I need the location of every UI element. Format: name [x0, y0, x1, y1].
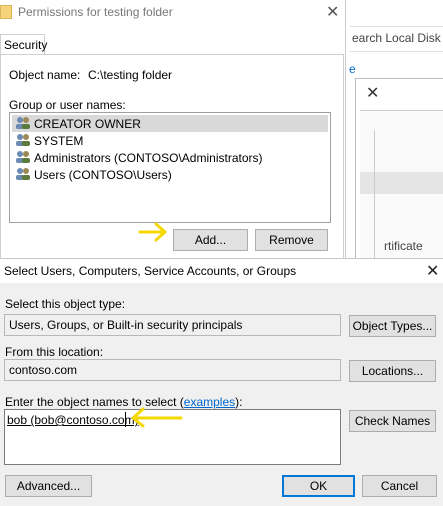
location-field: contoso.com [4, 359, 341, 381]
locations-button[interactable]: Locations... [349, 360, 436, 382]
user-name: Users (CONTOSO\Users) [34, 168, 172, 182]
examples-link[interactable]: examples [184, 395, 235, 409]
user-name: SYSTEM [34, 134, 84, 148]
user-group-icon [15, 150, 31, 164]
user-group-icon [15, 133, 31, 147]
permissions-dialog: Permissions for testing folder ✕ Securit… [0, 0, 345, 261]
user-group-icon [15, 167, 31, 181]
user-group-icon [15, 116, 31, 130]
user-name: Administrators (CONTOSO\Administrators) [34, 151, 263, 165]
permissions-close-icon[interactable]: ✕ [326, 2, 339, 22]
object-name-value: C:\testing folder [88, 68, 173, 82]
object-type-field: Users, Groups, or Built-in security prin… [4, 314, 341, 336]
permissions-titlebar: Permissions for testing folder ✕ [0, 0, 345, 26]
location-label: From this location: [5, 345, 104, 359]
permissions-title: Permissions for testing folder [18, 5, 173, 19]
select-users-dialog: Select Users, Computers, Service Account… [0, 258, 443, 506]
user-list-item[interactable]: SYSTEM [15, 133, 83, 148]
background-close-icon: ✕ [366, 85, 380, 102]
folder-icon [0, 5, 12, 19]
annotation-arrow-add [138, 220, 170, 247]
tab-security[interactable]: Security [0, 34, 47, 54]
background-partial-text: e [349, 62, 356, 76]
object-types-button[interactable]: Object Types... [349, 315, 436, 337]
enter-names-label: Enter the object names to select (exampl… [5, 395, 242, 409]
user-list-item[interactable]: Users (CONTOSO\Users) [15, 167, 172, 182]
enter-names-label-suffix: ): [235, 395, 243, 409]
text-cursor [125, 412, 126, 427]
select-dialog-close-icon[interactable]: ✕ [426, 261, 439, 281]
advanced-button[interactable]: Advanced... [5, 475, 92, 497]
annotation-arrow-names [127, 405, 183, 432]
check-names-button[interactable]: Check Names [349, 410, 436, 432]
user-list-item[interactable]: CREATOR OWNER [15, 116, 141, 131]
object-type-label: Select this object type: [5, 297, 126, 311]
user-list[interactable]: CREATOR OWNER SYSTEM Administrators (CON… [9, 112, 331, 223]
cancel-button[interactable]: Cancel [362, 475, 437, 497]
remove-button[interactable]: Remove [255, 229, 328, 251]
background-partial-text-2: rtificate [384, 239, 423, 253]
background-inner-box [360, 130, 375, 258]
object-names-value: bob (bob@contoso.com) [7, 413, 139, 427]
object-name-label: Object name: [9, 68, 81, 82]
select-dialog-titlebar: Select Users, Computers, Service Account… [0, 259, 443, 283]
select-dialog-title: Select Users, Computers, Service Account… [4, 264, 297, 278]
add-button[interactable]: Add... [173, 229, 248, 251]
user-name: CREATOR OWNER [34, 117, 141, 131]
group-label: Group or user names: [9, 98, 126, 112]
user-list-item[interactable]: Administrators (CONTOSO\Administrators) [15, 150, 263, 165]
ok-button[interactable]: OK [282, 475, 355, 497]
background-search-text: earch Local Disk ( [352, 31, 443, 45]
